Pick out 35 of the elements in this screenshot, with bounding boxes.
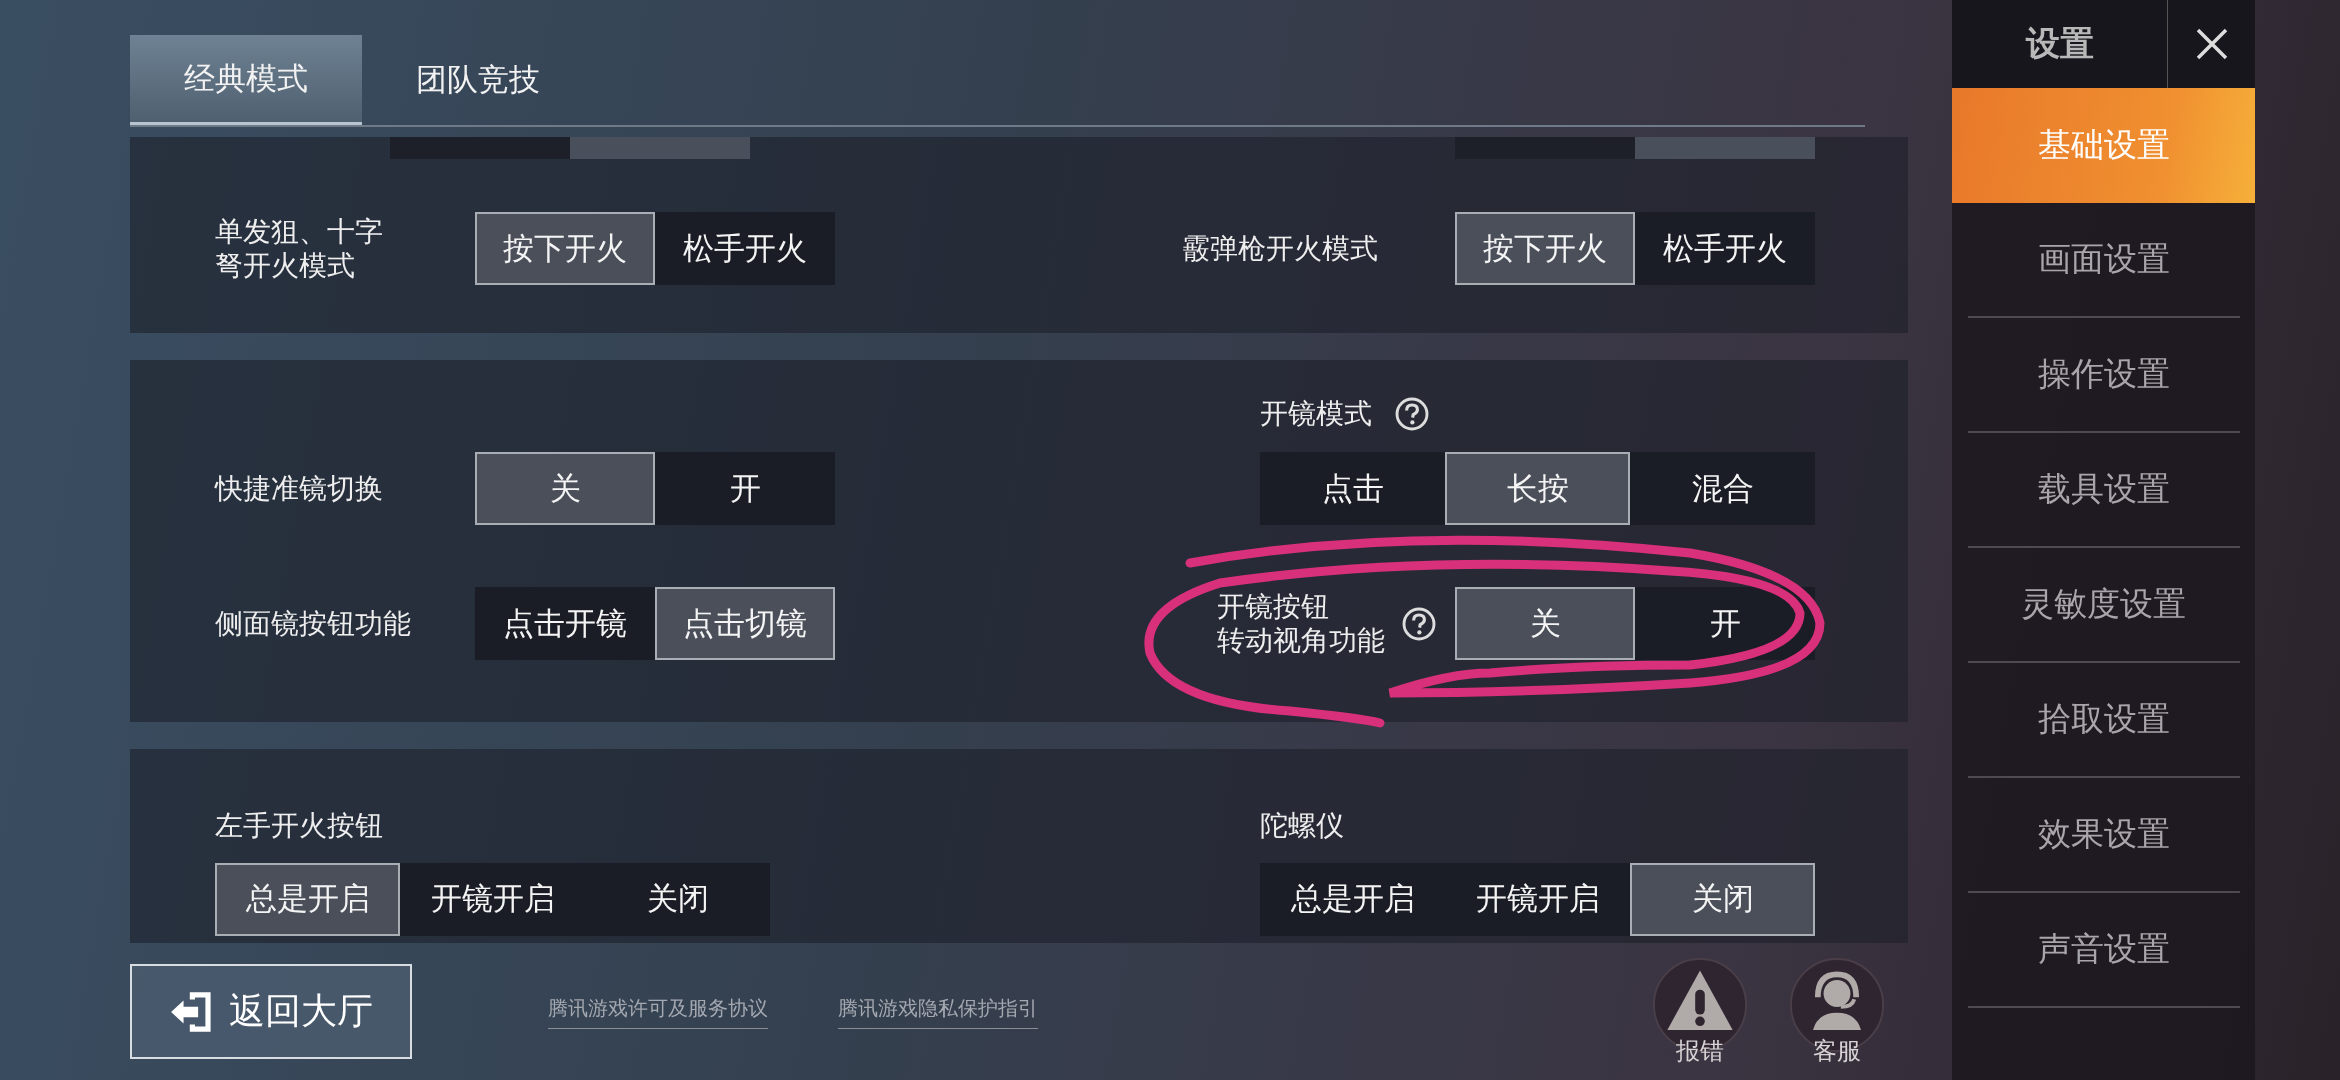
mode-tab[interactable]: 经典模式 xyxy=(130,35,362,125)
setting-label: 开镜模式 xyxy=(1260,397,1372,431)
setting-label: 陀螺仪 xyxy=(1260,809,1344,843)
settings-category[interactable]: 载具设置 xyxy=(1967,433,2240,548)
report-button[interactable]: 报错 xyxy=(1652,956,1748,1067)
settings-title: 设置 xyxy=(2024,22,2095,65)
settings-category[interactable]: 拾取设置 xyxy=(1967,663,2240,778)
setting-label: 转动视角功能 xyxy=(1217,623,1385,658)
setting-label: 左手开火按钮 xyxy=(215,809,383,843)
help-icon[interactable] xyxy=(1401,605,1437,642)
setting-label: 开镜按钮 xyxy=(1217,589,1330,624)
policy-link[interactable]: 腾讯游戏隐私保护指引 xyxy=(838,994,1038,1029)
settings-category[interactable]: 画面设置 xyxy=(1967,203,2240,318)
option-button[interactable]: 点击切镜 xyxy=(655,587,835,660)
option-button[interactable]: 关 xyxy=(475,452,655,525)
option-button[interactable]: 按下开火 xyxy=(475,212,655,285)
settings-category[interactable]: 灵敏度设置 xyxy=(1967,548,2240,663)
setting-label: 快捷准镜切换 xyxy=(215,471,384,506)
option-button[interactable]: 总是开启 xyxy=(215,862,400,936)
back-to-lobby-button[interactable]: 返回大厅 xyxy=(130,964,412,1059)
settings-category[interactable]: 效果设置 xyxy=(1967,778,2240,893)
option-button[interactable]: 按下开火 xyxy=(1455,212,1635,285)
policy-link[interactable]: 腾讯游戏许可及服务协议 xyxy=(548,994,768,1029)
option-button[interactable]: 长按 xyxy=(1445,452,1630,525)
option-button[interactable]: 关 xyxy=(1455,587,1635,660)
setting-label: 弩开火模式 xyxy=(215,248,356,283)
setting-label: 霰弹枪开火模式 xyxy=(1182,231,1379,266)
mode-tab[interactable]: 团队竞技 xyxy=(362,35,594,125)
help-icon[interactable] xyxy=(1394,396,1430,432)
settings-category[interactable]: 声音设置 xyxy=(1967,893,2240,1008)
support-button[interactable]: 客服 xyxy=(1789,956,1885,1067)
setting-label: 单发狙、十字 xyxy=(215,214,384,249)
option-button[interactable]: 关闭 xyxy=(1630,862,1815,936)
setting-label: 侧面镜按钮功能 xyxy=(215,606,412,641)
settings-category[interactable]: 操作设置 xyxy=(1967,318,2240,433)
